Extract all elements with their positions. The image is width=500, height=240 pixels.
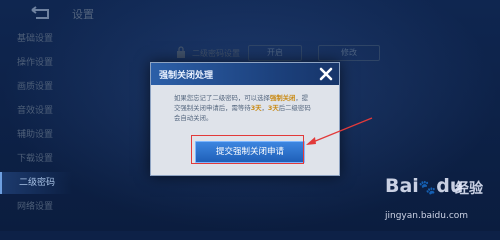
watermark-brand: 经验 (455, 181, 483, 197)
section-label: 二级密码设置 (192, 49, 240, 58)
modify-button[interactable]: 修改 (318, 45, 380, 61)
close-icon[interactable] (319, 67, 333, 81)
sidebar: 基础设置 操作设置 画质设置 音效设置 辅助设置 下载设置 二级密码 网络设置 (0, 28, 72, 231)
message-highlight: 3天 (250, 104, 262, 112)
sidebar-item-assist[interactable]: 辅助设置 (0, 124, 70, 146)
sidebar-item-graphics[interactable]: 画质设置 (0, 76, 70, 98)
dialog-header: 强制关闭处理 (151, 63, 339, 85)
dialog-message: 如果您忘记了二级密码，可以选择强制关闭，提交强制关闭申请后，需等待3天，3天后二… (174, 93, 314, 123)
lock-icon (177, 46, 185, 58)
baidu-logo: Bai🐾du (385, 175, 464, 197)
back-arrow-icon[interactable] (30, 6, 52, 20)
top-bar: 设置 (0, 0, 500, 28)
annotation-highlight-box (191, 135, 304, 164)
sidebar-item-download[interactable]: 下载设置 (0, 148, 70, 170)
message-text: 如果您忘记了二级密码，可以选择 (174, 94, 270, 102)
sidebar-item-basic[interactable]: 基础设置 (0, 28, 70, 50)
sidebar-item-secondary-password[interactable]: 二级密码 (0, 172, 72, 194)
sidebar-item-audio[interactable]: 音效设置 (0, 100, 70, 122)
sidebar-item-controls[interactable]: 操作设置 (0, 52, 70, 74)
message-highlight: 3天 (267, 104, 279, 112)
watermark-url: jingyan.baidu.com (385, 211, 469, 221)
dialog-title: 强制关闭处理 (159, 71, 214, 81)
baidu-jingyan-watermark: Bai🐾du 经验 jingyan.baidu.com (385, 175, 495, 227)
page-title: 设置 (72, 8, 94, 21)
message-highlight: 强制关闭 (269, 94, 296, 102)
enable-button[interactable]: 开启 (248, 45, 302, 61)
sidebar-item-network[interactable]: 网络设置 (0, 196, 70, 218)
